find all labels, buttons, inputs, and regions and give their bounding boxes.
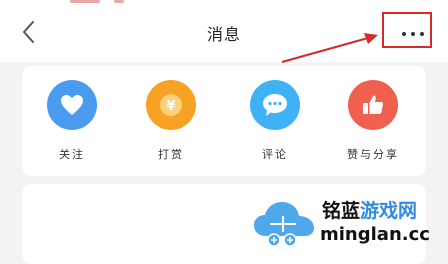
category-comment[interactable]: 评论	[235, 80, 315, 162]
watermark-logo: 铭蓝游戏网 minglan.cc	[252, 192, 448, 251]
watermark-brand: 铭蓝游戏网	[322, 196, 417, 223]
category-label: 打赏	[158, 148, 184, 161]
page-title: 消息	[206, 25, 241, 44]
heart-icon	[47, 80, 97, 130]
watermark-url: minglan.cc	[320, 224, 430, 245]
top-navigation-bar: 消息	[0, 0, 448, 62]
category-label: 赞与分享	[347, 148, 399, 161]
category-like-share[interactable]: 赞与分享	[333, 80, 413, 162]
chat-bubble-icon	[250, 80, 300, 130]
watermark-brand-blue: 游戏网	[360, 200, 418, 222]
category-reward[interactable]: ¥ 打赏	[131, 80, 211, 162]
yen-coin-icon: ¥	[146, 80, 196, 130]
svg-text:¥: ¥	[166, 99, 175, 114]
category-label: 关注	[59, 148, 85, 161]
thumbs-up-icon	[348, 80, 398, 130]
message-category-card: 关注 ¥ 打赏 评论 赞与分享	[22, 66, 426, 176]
cloud-logo-icon	[254, 202, 314, 247]
more-options-button[interactable]	[398, 30, 428, 40]
status-bar-remnant	[70, 0, 160, 4]
category-label: 评论	[262, 148, 288, 161]
category-follow[interactable]: 关注	[32, 80, 112, 162]
watermark-brand-dark: 铭蓝	[322, 200, 361, 222]
